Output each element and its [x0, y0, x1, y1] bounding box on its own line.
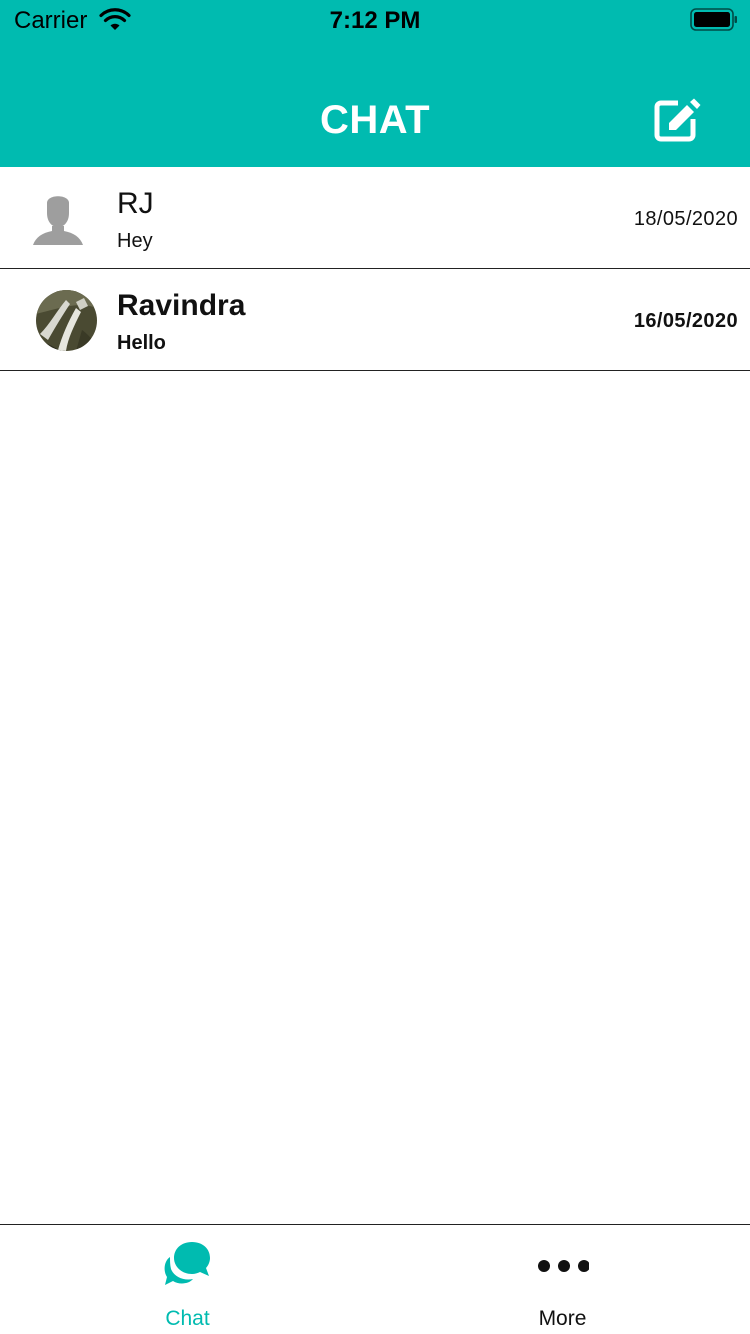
conversation-row[interactable]: RJ Hey 18/05/2020	[0, 167, 750, 269]
conversation-list: RJ Hey 18/05/2020 Ravindra Hello 16/05/2…	[0, 167, 750, 371]
compose-icon[interactable]	[652, 98, 702, 144]
tab-bar: Chat More	[0, 1224, 750, 1334]
last-message: Hey	[117, 230, 153, 252]
tab-more[interactable]: More	[375, 1225, 750, 1334]
page-title: CHAT	[319, 98, 431, 142]
status-bar: Carrier 7:12 PM	[0, 0, 750, 40]
contact-name: Ravindra	[117, 289, 246, 322]
contact-name: RJ	[117, 187, 154, 220]
message-date: 16/05/2020	[633, 310, 738, 332]
conversation-row[interactable]: Ravindra Hello 16/05/2020	[0, 269, 750, 371]
contact-photo	[36, 290, 97, 351]
battery-icon	[690, 8, 737, 31]
default-avatar-icon	[33, 196, 83, 245]
chat-bubbles-icon	[164, 1242, 210, 1285]
app-header: Carrier 7:12 PM CHAT	[0, 0, 750, 167]
message-date: 18/05/2020	[633, 208, 738, 230]
tab-chat[interactable]: Chat	[0, 1225, 375, 1334]
tab-label: Chat	[165, 1307, 210, 1330]
more-dots-icon	[538, 1260, 589, 1272]
status-time: 7:12 PM	[329, 7, 421, 34]
last-message: Hello	[117, 332, 166, 354]
tab-label: More	[538, 1307, 587, 1330]
